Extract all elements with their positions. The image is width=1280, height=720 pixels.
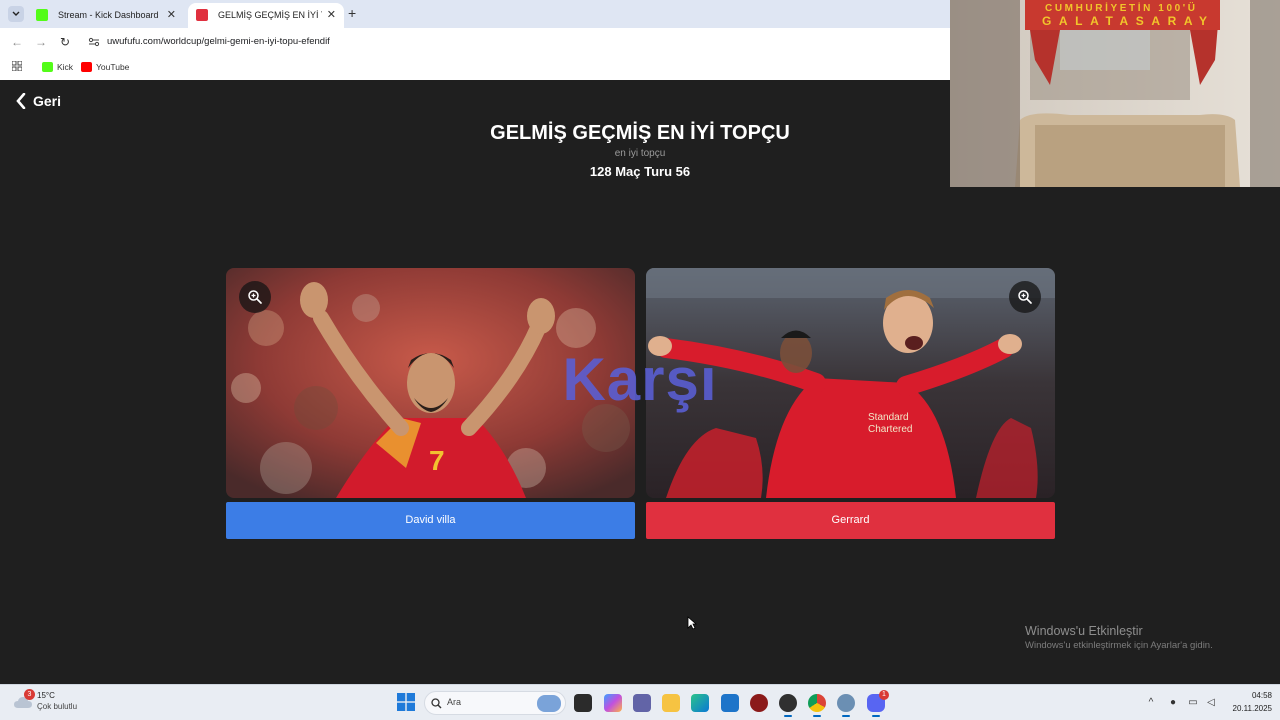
svg-text:Standard: Standard — [868, 412, 909, 423]
tab-search-button[interactable] — [8, 6, 24, 22]
bookmark-kick[interactable]: Kick — [42, 60, 73, 74]
discord-icon[interactable]: 1 — [867, 690, 889, 717]
site-settings-icon[interactable] — [88, 36, 100, 48]
windows-start-icon[interactable] — [397, 693, 415, 711]
edge-icon[interactable] — [691, 694, 709, 712]
kick-icon — [42, 62, 53, 72]
back-link[interactable]: Geri — [16, 92, 61, 110]
bookmark-label: Kick — [57, 62, 74, 72]
tab-close-icon[interactable]: ✕ — [327, 3, 336, 28]
apps-grid-icon[interactable] — [12, 61, 22, 71]
tab-title: Stream - Kick Dashboard — [58, 10, 159, 20]
chevron-left-icon — [16, 93, 26, 109]
back-arrow-icon[interactable]: ← — [10, 35, 24, 49]
microphone-icon[interactable]: ● — [1166, 695, 1180, 711]
zoom-button-left[interactable] — [239, 281, 271, 313]
teams-icon[interactable] — [633, 694, 651, 712]
weather-widget[interactable]: 3 15°C Çok bulutlu — [14, 689, 104, 717]
taskbar: 3 15°C Çok bulutlu Ara 1 ^ ● ▭ ◁ 04:58 2… — [0, 684, 1280, 720]
browser-window-chrome: Stream - Kick Dashboard ✕ GELMİŞ GEÇMİŞ … — [0, 0, 950, 80]
store-icon[interactable] — [721, 694, 739, 712]
bookmarks-bar: Kick YouTube — [0, 56, 950, 78]
taskbar-search-box[interactable]: Ara — [424, 691, 566, 715]
file-explorer-icon[interactable] — [662, 694, 680, 712]
weather-temperature: 15°C — [37, 691, 55, 700]
tab-strip: Stream - Kick Dashboard ✕ GELMİŞ GEÇMİŞ … — [0, 0, 950, 28]
reload-icon[interactable]: ↻ — [58, 35, 72, 49]
search-highlight-image — [537, 695, 561, 712]
chrome-icon[interactable] — [808, 694, 826, 717]
activation-watermark-subtitle: Windows'u etkinleştirmek için Ayarlar'a … — [1025, 640, 1213, 651]
chevron-up-icon[interactable]: ^ — [1144, 695, 1158, 711]
screen: Stream - Kick Dashboard ✕ GELMİŞ GEÇMİŞ … — [0, 0, 1280, 720]
zoom-in-icon — [1018, 290, 1032, 304]
choice-button-right[interactable]: Gerrard — [646, 502, 1055, 539]
activation-watermark-title: Windows'u Etkinleştir — [1025, 624, 1143, 638]
volume-icon[interactable]: ◁ — [1204, 695, 1218, 711]
search-placeholder: Ara — [447, 697, 462, 707]
zoom-button-right[interactable] — [1009, 281, 1041, 313]
chevron-down-icon — [12, 11, 20, 16]
vs-label: Karşı — [562, 346, 718, 413]
tab-close-icon[interactable]: ✕ — [167, 3, 176, 28]
url-text: uwufufu.com/worldcup/gelmi-gemi-en-iyi-t… — [107, 36, 330, 47]
system-tray: ^ ● ▭ ◁ — [1144, 695, 1220, 711]
webcam-feed: CUMHURİYETİN 100'Ü GALATASARAY — [950, 0, 1280, 187]
bookmark-youtube[interactable]: YouTube — [81, 60, 129, 74]
bookmark-label: YouTube — [96, 62, 130, 72]
uwufufu-favicon-icon — [196, 9, 208, 21]
weather-alert-badge: 3 — [24, 689, 35, 700]
tab-title: GELMİŞ GEÇMİŞ EN İYİ TOPÇU - — [218, 10, 322, 20]
clock-date[interactable]: 20.11.2025 — [1222, 704, 1272, 713]
kick-favicon-icon — [36, 9, 48, 21]
new-tab-button[interactable]: + — [348, 5, 356, 21]
weather-description: Çok bulutlu — [37, 702, 78, 711]
back-label: Geri — [33, 93, 62, 109]
webcam-overlay: CUMHURİYETİN 100'Ü GALATASARAY — [950, 0, 1280, 187]
copilot-icon[interactable] — [604, 694, 622, 712]
tab-uwufufu-worldcup[interactable]: GELMİŞ GEÇMİŞ EN İYİ TOPÇU - ✕ — [188, 3, 344, 28]
svg-text:7: 7 — [429, 445, 445, 476]
settings-icon[interactable] — [837, 694, 855, 717]
svg-text:Chartered: Chartered — [868, 424, 912, 435]
tab-kick-dashboard[interactable]: Stream - Kick Dashboard ✕ — [28, 3, 184, 28]
choice-button-left[interactable]: David villa — [226, 502, 635, 539]
obs-icon[interactable] — [779, 694, 797, 717]
youtube-icon — [81, 62, 92, 72]
browser-toolbar: ← → ↻ uwufufu.com/worldcup/gelmi-gemi-en… — [0, 28, 950, 56]
zoom-in-icon — [248, 290, 262, 304]
app-icon[interactable] — [750, 694, 768, 712]
forward-arrow-icon[interactable]: → — [34, 35, 48, 49]
mouse-cursor-icon — [687, 616, 697, 630]
task-view-icon[interactable] — [574, 694, 592, 712]
search-icon — [431, 698, 442, 709]
discord-notification-badge: 1 — [879, 690, 889, 700]
address-bar[interactable]: uwufufu.com/worldcup/gelmi-gemi-en-iyi-t… — [80, 31, 948, 53]
network-icon[interactable]: ▭ — [1186, 695, 1200, 711]
clock-time[interactable]: 04:58 — [1232, 691, 1272, 700]
